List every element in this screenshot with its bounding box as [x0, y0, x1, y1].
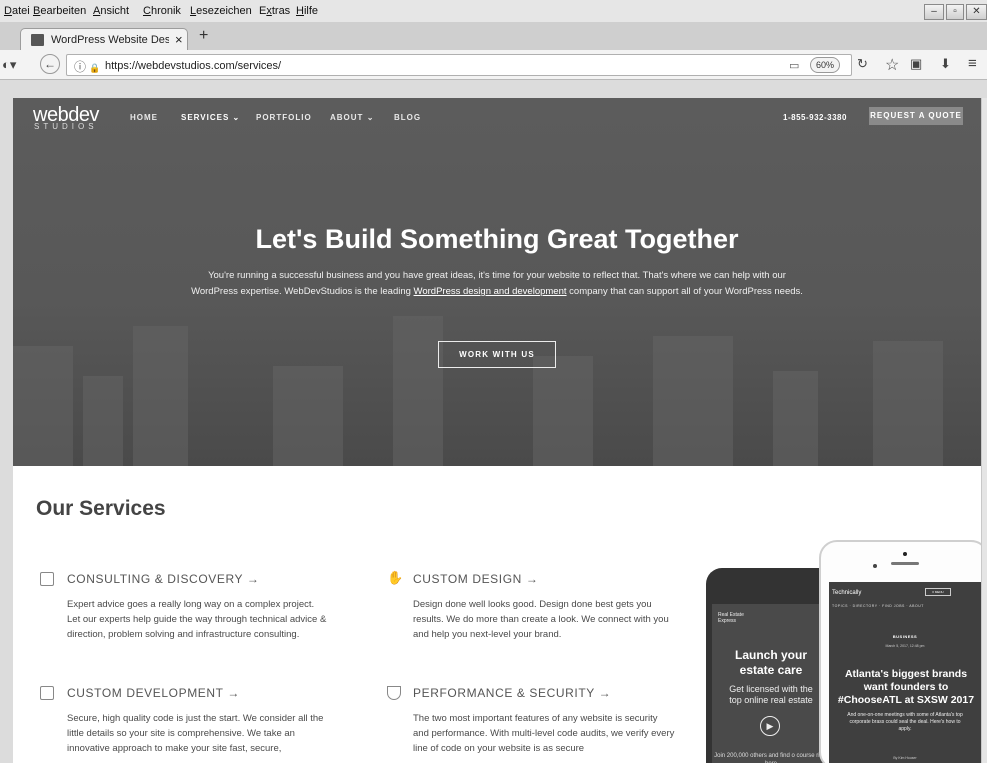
service-heading-development[interactable]: CUSTOM DEVELOPMENT →: [67, 686, 240, 700]
play-icon: ▶: [760, 716, 780, 736]
service-heading-security[interactable]: PERFORMANCE & SECURITY →: [413, 686, 611, 700]
phone-right-screen: Technically ≡ MENU TOPICS · DIRECTORY · …: [829, 582, 981, 763]
skyline-shape: [13, 346, 73, 466]
service-heading-design[interactable]: CUSTOM DESIGN →: [413, 572, 538, 586]
phone-speaker-icon: [891, 562, 919, 565]
skyline-shape: [393, 316, 443, 466]
phone-left-foot: Join 200,000 others and find o course ri…: [714, 753, 828, 763]
hero-section: webdev STUDIOS HOME SERVICES ⌄ PORTFOLIO…: [13, 98, 981, 466]
phone-right-topnav: TOPICS · DIRECTORY · FIND JOBS · ABOUT: [832, 604, 924, 608]
wordpress-design-link[interactable]: WordPress design and development: [414, 286, 567, 297]
bookmark-star-icon[interactable]: ☆: [885, 55, 899, 75]
menu-bearbeiten[interactable]: Bearbeiten: [33, 5, 86, 17]
close-window-button[interactable]: ✕: [966, 4, 987, 20]
security-shield-icon: [387, 686, 401, 700]
service-text-consulting: Expert advice goes a really long way on …: [67, 599, 327, 640]
phone-left-screen: Real Estate Express Launch your estate ca…: [712, 604, 830, 763]
hero-title: Let's Build Something Great Together: [255, 224, 739, 254]
skyline-shape: [773, 371, 818, 466]
phone-right-date: March 5, 2017, 12:48 pm: [885, 644, 925, 648]
phone-mockup-left: Real Estate Express Launch your estate ca…: [706, 568, 836, 763]
menu-hilfe[interactable]: Hilfe: [296, 5, 318, 17]
service-heading-consulting[interactable]: CONSULTING & DISCOVERY →: [67, 572, 259, 586]
phone-left-headline: Launch your estate care: [734, 648, 807, 677]
skyline-shape: [83, 376, 123, 466]
phone-right-category: BUSINESS: [892, 634, 918, 639]
service-text-security: The two most important features of any w…: [413, 713, 675, 754]
phone-right-brand: Technically: [832, 590, 862, 596]
url-bar[interactable]: ⓘ 🔒 https://webdevstudios.com/services/ …: [66, 54, 852, 76]
menu-datei[interactable]: Datei: [4, 5, 30, 17]
tab-title: WordPress Website Design ar: [51, 34, 169, 46]
nav-home[interactable]: HOME: [130, 113, 158, 122]
menu-datei-label: atei: [11, 5, 30, 17]
site-logo-sub: STUDIOS: [34, 122, 98, 131]
page-scrollbar[interactable]: [981, 98, 987, 763]
skyline-shape: [133, 326, 188, 466]
skyline-shape: [273, 366, 343, 466]
reload-icon[interactable]: ↻: [857, 56, 868, 72]
maximize-button[interactable]: ▫: [946, 4, 964, 20]
skyline-shape: [873, 341, 943, 466]
request-quote-button[interactable]: REQUEST A QUOTE: [869, 107, 963, 125]
menu-ansicht[interactable]: Ansicht: [93, 5, 129, 17]
menu-extras[interactable]: Extras: [259, 5, 290, 17]
consulting-icon: [40, 572, 54, 586]
service-text-development: Secure, high quality code is just the st…: [67, 713, 324, 754]
web-page: webdev STUDIOS HOME SERVICES ⌄ PORTFOLIO…: [13, 98, 981, 763]
nav-about[interactable]: ABOUT ⌄: [330, 113, 374, 122]
zoom-indicator[interactable]: 60%: [810, 57, 840, 73]
phone-right-byline: By Kim Houser: [893, 756, 917, 760]
tab-active[interactable]: WordPress Website Design ar ×: [20, 28, 188, 51]
identity-icon[interactable]: ◐▾: [2, 57, 16, 73]
browser-window: Datei Bearbeiten Ansicht Chronik Lesezei…: [0, 0, 987, 763]
menu-lesezeichen[interactable]: Lesezeichen: [190, 5, 252, 17]
services-title: Our Services: [36, 497, 166, 520]
development-code-icon: [40, 686, 54, 700]
phone-camera-icon: [903, 552, 907, 556]
phone-right-menu: ≡ MENU: [925, 588, 951, 596]
favicon-icon: [31, 34, 44, 46]
phone-number[interactable]: 1-855-932-3380: [783, 113, 847, 122]
nav-portfolio[interactable]: PORTFOLIO: [256, 113, 312, 122]
nav-blog[interactable]: BLOG: [394, 113, 421, 122]
tab-strip: WordPress Website Design ar ×: [0, 22, 987, 51]
download-icon[interactable]: ⬇: [940, 56, 951, 72]
hero-subtitle: You're running a successful business and…: [191, 270, 803, 297]
info-lock-icon[interactable]: ⓘ 🔒: [74, 58, 101, 75]
phone-left-subtext: Get licensed with the top online real est…: [729, 684, 813, 705]
skyline-shape: [533, 356, 593, 466]
minimize-button[interactable]: –: [924, 4, 944, 20]
work-with-us-button[interactable]: WORK WITH US: [438, 341, 556, 368]
phone-right-body: And one-on-one meetings with some of Atl…: [847, 712, 963, 732]
tab-close-icon[interactable]: ×: [175, 32, 183, 47]
url-text[interactable]: https://webdevstudios.com/services/: [105, 60, 281, 72]
skyline-shape: [653, 336, 733, 466]
phone-left-label: Real Estate Express: [718, 612, 744, 624]
phone-sensor-icon: [873, 564, 877, 568]
menu-chronik[interactable]: Chronik: [143, 5, 181, 17]
hamburger-menu-icon[interactable]: ≡: [968, 55, 977, 72]
nav-services[interactable]: SERVICES ⌄: [181, 113, 240, 122]
phone-right-headline: Atlanta's biggest brands want founders t…: [837, 668, 975, 706]
bookmarks-menu-icon[interactable]: ▣: [910, 56, 922, 72]
phone-mockup-right: Technically ≡ MENU TOPICS · DIRECTORY · …: [819, 540, 981, 763]
reader-view-icon[interactable]: ▭: [789, 59, 799, 72]
back-button[interactable]: ←: [40, 54, 60, 74]
service-text-design: Design done well looks good. Design done…: [413, 599, 669, 640]
design-hand-icon: ✋: [387, 570, 404, 585]
menu-bar: Datei Bearbeiten Ansicht Chronik Lesezei…: [0, 0, 987, 22]
new-tab-button[interactable]: +: [199, 27, 208, 45]
